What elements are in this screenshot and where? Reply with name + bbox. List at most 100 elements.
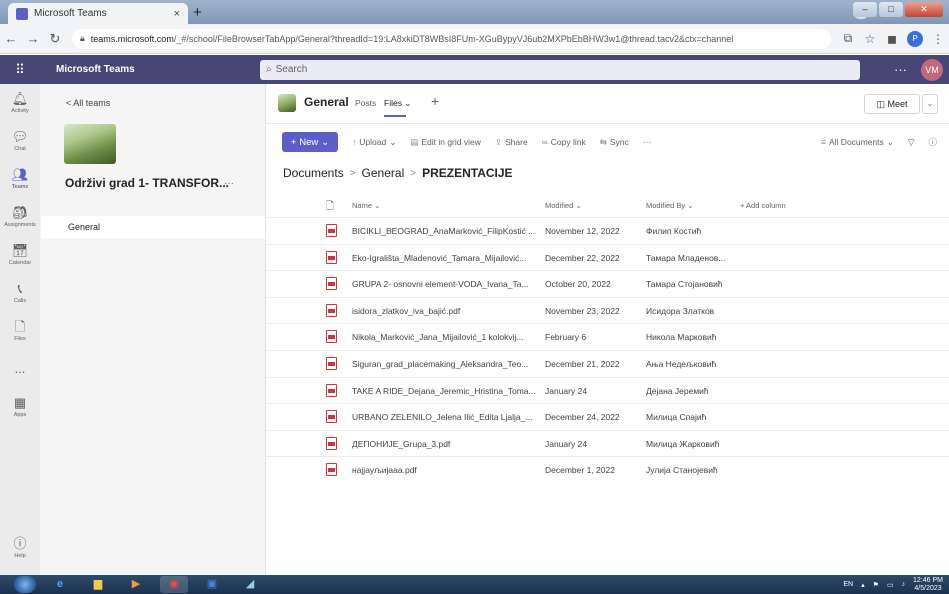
column-modified[interactable]: Modified ⌄ — [545, 201, 582, 210]
table-row[interactable]: isidora_zlatkov_iva_bajić.pdf November 23… — [266, 296, 949, 323]
table-row[interactable]: Siguran_grad_placemaking_Aleksandra_Teo.… — [266, 350, 949, 376]
ie-icon[interactable]: e — [46, 576, 74, 593]
reload-icon[interactable]: ↻ — [44, 31, 66, 47]
pdf-file-icon — [326, 357, 337, 370]
chrome-icon[interactable]: ◉ — [160, 576, 188, 593]
column-name[interactable]: Name ⌄ — [352, 201, 380, 210]
team-image — [64, 124, 116, 164]
rail-item-teams[interactable]: 👥︎ Teams — [0, 160, 40, 198]
address-bar[interactable]: 🔒︎ teams.microsoft.com /_#/school/FileBr… — [72, 28, 831, 49]
search-input[interactable]: ⌕ Search — [260, 59, 860, 80]
url-host: teams.microsoft.com — [90, 33, 174, 44]
file-name[interactable]: Siguran_grad_placemaking_Aleksandra_Teo.… — [352, 359, 528, 369]
install-app-icon[interactable]: ⧉ — [837, 31, 859, 46]
table-row[interactable]: ДЕПОНИЈЕ_Grupa_3.pdf January 24 Милица Жар… — [266, 429, 949, 456]
table-row[interactable]: Eko-Igrališta_Mladenović_Tamara_Mijailov… — [266, 243, 949, 270]
add-column-button[interactable]: + Add column — [740, 201, 786, 210]
copy-link-button[interactable]: ∞ Copy link — [542, 137, 586, 147]
back-arrow-icon[interactable]: ← — [0, 31, 22, 46]
file-name[interactable]: најјауљијааа.pdf — [352, 465, 417, 475]
start-button[interactable] — [14, 576, 36, 593]
user-avatar[interactable]: VM — [921, 58, 943, 81]
file-name[interactable]: ДЕПОНИЈЕ_Grupa_3.pdf — [352, 439, 450, 449]
settings-more-button[interactable]: ··· — [894, 62, 907, 77]
browser-tab[interactable]: Microsoft Teams × — [8, 3, 188, 24]
new-button[interactable]: + New ⌄ — [282, 132, 338, 152]
grid-icon: ▤ — [410, 136, 419, 147]
file-name[interactable]: Nikola_Marković_Jana_Mijailović_1 kolokv… — [352, 332, 524, 342]
meet-button[interactable]: ◫ Meet — [864, 94, 920, 114]
minimize-button[interactable]: – — [853, 2, 877, 17]
file-modified: November 23, 2022 — [545, 305, 620, 316]
file-name[interactable]: Eko-Igrališta_Mladenović_Tamara_Mijailov… — [352, 253, 526, 263]
tab-search-icon[interactable]: ◼ — [881, 32, 903, 46]
rail-item-assignments[interactable]: 🎒︎ Assignments — [0, 198, 40, 236]
share-button[interactable]: ⇪ Share — [495, 137, 528, 148]
forward-arrow-icon[interactable]: → — [22, 31, 44, 46]
search-icon: ⌕ — [266, 64, 272, 75]
pdf-file-icon — [326, 224, 337, 237]
file-name[interactable]: BICIKLI_BEOGRAD_AnaMarković_FilipKostić … — [352, 226, 535, 236]
file-modified: November 12, 2022 — [545, 226, 620, 236]
app-launcher-icon[interactable]: ⠿ — [0, 62, 40, 78]
file-type-icon[interactable]: 🗋︎ — [326, 199, 334, 216]
tab-close-icon[interactable]: × — [174, 8, 180, 20]
table-row[interactable]: BICIKLI_BEOGRAD_AnaMarković_FilipKostić … — [266, 217, 949, 243]
close-window-button[interactable]: ✕ — [905, 2, 943, 17]
help-icon: ⓘ — [13, 536, 27, 551]
rail-item-chat[interactable]: 💬︎ Chat — [0, 122, 40, 160]
rail-item-files[interactable]: 🗋︎ Files — [0, 312, 40, 350]
tray-expand-icon[interactable]: ▴ — [861, 581, 865, 589]
file-name[interactable]: TAKE A RIDE_Dejana_Jeremic_Hristina_Toma… — [352, 386, 536, 396]
filter-icon[interactable]: ▽ — [908, 137, 915, 148]
pdf-file-icon — [326, 277, 337, 291]
volume-icon[interactable]: ♪ — [902, 581, 906, 588]
rail-item-calendar[interactable]: 📅︎ Calendar — [0, 236, 40, 274]
rail-item-help[interactable]: ⓘ Help — [0, 529, 40, 567]
all-teams-link[interactable]: < All teams — [66, 98, 110, 108]
window-controls: – □ ✕ — [853, 2, 943, 17]
info-icon[interactable]: ⓘ — [928, 136, 937, 148]
add-tab-button[interactable]: + — [431, 93, 439, 109]
media-player-icon[interactable]: ▶ — [122, 576, 150, 593]
rail-item-more[interactable]: ... — [0, 350, 40, 388]
rail-item-apps[interactable]: ▦ Apps — [0, 388, 40, 426]
tab-posts[interactable]: Posts — [355, 98, 376, 108]
file-icon: 🗋︎ — [14, 319, 26, 334]
new-tab-button[interactable]: + — [193, 4, 202, 21]
view-selector[interactable]: ≡ All Documents ⌄ — [821, 137, 894, 148]
paint-icon[interactable]: ◢ — [236, 576, 264, 593]
table-row[interactable]: GRUPA 2- osnovni element-VODA_Ivana_Ta..… — [266, 270, 949, 296]
breadcrumb-general[interactable]: General — [362, 166, 405, 180]
table-row[interactable]: Nikola_Marković_Jana_Mijailović_1 kolokv… — [266, 323, 949, 349]
team-more-button[interactable]: ··· — [224, 178, 234, 189]
word-icon[interactable]: ▣ — [198, 576, 226, 593]
network-icon[interactable]: ▭ — [887, 581, 894, 589]
breadcrumb-documents[interactable]: Documents — [283, 166, 344, 180]
table-row[interactable]: TAKE A RIDE_Dejana_Jeremic_Hristina_Toma… — [266, 376, 949, 403]
edit-grid-button[interactable]: ▤ Edit in grid view — [410, 137, 481, 148]
rail-item-calls[interactable]: 📞︎ Calls — [0, 274, 40, 312]
language-indicator[interactable]: EN — [843, 581, 853, 588]
flag-icon[interactable]: ⚑ — [873, 581, 879, 589]
chrome-menu-icon[interactable]: ⋮ — [927, 32, 949, 46]
explorer-folder-icon[interactable]: ▆ — [84, 576, 112, 593]
pdf-file-icon — [326, 410, 337, 424]
file-name[interactable]: URBANO ZELENILO_Jelena Ilić_Edita Ljalja… — [352, 412, 532, 422]
clock[interactable]: 12:46 PM 4/5/2023 — [913, 577, 943, 593]
channel-item-general[interactable]: General — [41, 216, 265, 238]
upload-button[interactable]: ↑ Upload ⌄ — [352, 137, 396, 148]
tab-files[interactable]: Files ⌄ — [384, 98, 411, 109]
chrome-profile-avatar[interactable]: P — [907, 30, 923, 47]
meet-dropdown-button[interactable]: ⌄ — [922, 94, 938, 114]
table-row[interactable]: URBANO ZELENILO_Jelena Ilić_Edita Ljalja… — [266, 403, 949, 429]
bookmark-star-icon[interactable]: ☆ — [859, 32, 881, 46]
maximize-button[interactable]: □ — [879, 2, 903, 17]
table-row[interactable]: најјауљијааа.pdf December 1, 2022 Јулија С… — [266, 456, 949, 482]
file-name[interactable]: isidora_zlatkov_iva_bajić.pdf — [352, 306, 460, 316]
sync-button[interactable]: ⇆ Sync — [600, 137, 629, 148]
more-commands-button[interactable]: ··· — [643, 137, 652, 147]
file-name[interactable]: GRUPA 2- osnovni element-VODA_Ivana_Ta..… — [352, 279, 529, 289]
column-modified-by[interactable]: Modified By ⌄ — [646, 201, 694, 210]
rail-item-activity[interactable]: 🔔︎ Activity — [0, 84, 40, 122]
